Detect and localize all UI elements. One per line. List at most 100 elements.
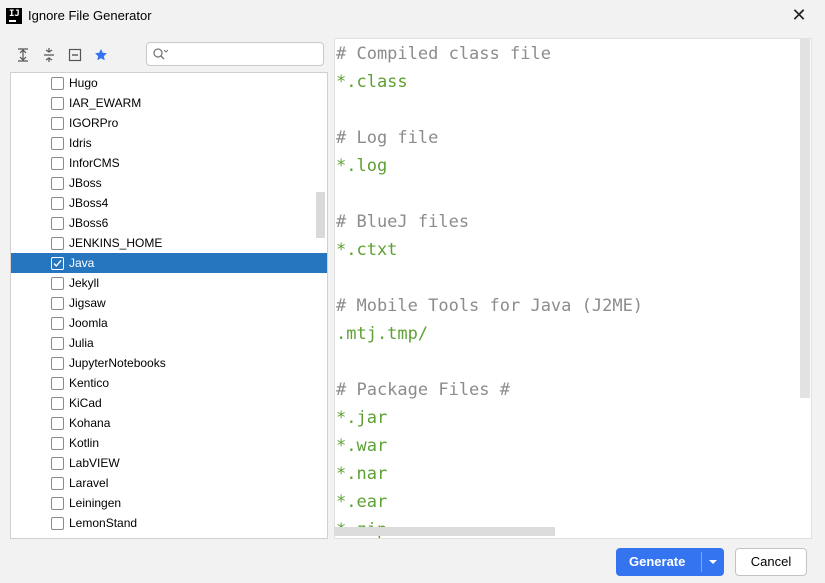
template-checkbox[interactable] bbox=[51, 197, 64, 210]
template-label: Kotlin bbox=[69, 436, 100, 450]
list-scrollbar-thumb[interactable] bbox=[316, 192, 325, 238]
collapse-all-icon[interactable] bbox=[38, 44, 60, 66]
template-label: LabVIEW bbox=[69, 456, 120, 470]
template-item[interactable]: Julia bbox=[11, 333, 327, 353]
template-label: JupyterNotebooks bbox=[69, 356, 166, 370]
template-label: InforCMS bbox=[69, 156, 120, 170]
template-label: Joomla bbox=[69, 316, 108, 330]
template-item[interactable]: Kentico bbox=[11, 373, 327, 393]
template-list: Hugo IAR_EWARM IGORPro Idris InforCMS JBoss JB… bbox=[10, 72, 328, 539]
code-pattern-line: *.nar bbox=[336, 464, 388, 484]
template-item[interactable]: Hugo bbox=[11, 73, 327, 93]
close-icon[interactable]: ✕ bbox=[788, 5, 810, 27]
code-comment-line: # Mobile Tools for Java (J2ME) bbox=[336, 296, 644, 316]
template-checkbox[interactable] bbox=[51, 377, 64, 390]
template-checkbox[interactable] bbox=[51, 477, 64, 490]
template-checkbox[interactable] bbox=[51, 357, 64, 370]
template-checkbox[interactable] bbox=[51, 497, 64, 510]
expand-all-icon[interactable] bbox=[12, 44, 34, 66]
code-pattern-line: *.ear bbox=[336, 492, 388, 512]
template-item[interactable]: Jekyll bbox=[11, 273, 327, 293]
template-item[interactable]: LemonStand bbox=[11, 513, 327, 533]
window-title: Ignore File Generator bbox=[28, 8, 152, 23]
template-item[interactable]: JBoss4 bbox=[11, 193, 327, 213]
template-checkbox[interactable] bbox=[51, 77, 64, 90]
template-item[interactable]: Jigsaw bbox=[11, 293, 327, 313]
template-label: Laravel bbox=[69, 476, 109, 490]
code-pattern-line: *.ctxt bbox=[336, 240, 398, 260]
template-item[interactable]: Laravel bbox=[11, 473, 327, 493]
favorite-star-icon[interactable] bbox=[90, 44, 112, 66]
code-comment-line: # BlueJ files bbox=[336, 212, 470, 232]
code-pattern-line: *.jar bbox=[336, 408, 388, 428]
template-checkbox[interactable] bbox=[51, 397, 64, 410]
search-field[interactable] bbox=[146, 42, 324, 66]
template-item[interactable]: Idris bbox=[11, 133, 327, 153]
generate-split-divider bbox=[701, 552, 702, 572]
template-checkbox[interactable] bbox=[51, 417, 64, 430]
template-checkbox[interactable] bbox=[51, 317, 64, 330]
template-checkbox[interactable] bbox=[51, 157, 64, 170]
template-checkbox[interactable] bbox=[51, 237, 64, 250]
template-item[interactable]: KiCad bbox=[11, 393, 327, 413]
chevron-down-icon[interactable] bbox=[705, 553, 721, 569]
template-item[interactable]: JBoss6 bbox=[11, 213, 327, 233]
template-label: Kohana bbox=[69, 416, 111, 430]
template-item[interactable]: IGORPro bbox=[11, 113, 327, 133]
template-label: Idris bbox=[69, 136, 92, 150]
template-checkbox[interactable] bbox=[51, 337, 64, 350]
title-bar: IJ Ignore File Generator ✕ bbox=[0, 0, 825, 32]
template-checkbox[interactable] bbox=[51, 257, 64, 270]
template-label: Jigsaw bbox=[69, 296, 106, 310]
template-label: Julia bbox=[69, 336, 94, 350]
template-checkbox[interactable] bbox=[51, 177, 64, 190]
template-checkbox[interactable] bbox=[51, 297, 64, 310]
uncheck-all-icon[interactable] bbox=[64, 44, 86, 66]
generate-label: Generate bbox=[629, 554, 686, 569]
template-label: KiCad bbox=[69, 396, 102, 410]
template-checkbox[interactable] bbox=[51, 97, 64, 110]
gitignore-preview: # Compiled class file *.class # Log file *.… bbox=[334, 38, 812, 539]
template-item[interactable]: IAR_EWARM bbox=[11, 93, 327, 113]
code-comment-line: # Log file bbox=[336, 128, 439, 148]
template-item[interactable]: Leiningen bbox=[11, 493, 327, 513]
code-comment-line: # Package Files # bbox=[336, 380, 510, 400]
code-pattern-line: .mtj.tmp/ bbox=[336, 324, 429, 344]
code-pattern-line: *.class bbox=[336, 72, 408, 92]
template-label: Hugo bbox=[69, 76, 98, 90]
template-item[interactable]: JENKINS_HOME bbox=[11, 233, 327, 253]
generate-button[interactable]: Generate bbox=[616, 548, 724, 576]
template-checkbox[interactable] bbox=[51, 137, 64, 150]
search-icon bbox=[153, 48, 168, 60]
template-label: JBoss6 bbox=[69, 216, 109, 230]
template-item[interactable]: LabVIEW bbox=[11, 453, 327, 473]
template-checkbox[interactable] bbox=[51, 277, 64, 290]
preview-horizontal-scrollbar[interactable] bbox=[334, 527, 555, 536]
code-pattern-line: *.log bbox=[336, 156, 388, 176]
template-label: LemonStand bbox=[69, 516, 138, 530]
intellij-logo-icon: IJ bbox=[6, 8, 22, 24]
template-item[interactable]: Kotlin bbox=[11, 433, 327, 453]
template-item[interactable]: InforCMS bbox=[11, 153, 327, 173]
logo-text: IJ bbox=[9, 9, 20, 19]
cancel-label: Cancel bbox=[750, 554, 792, 569]
cancel-button[interactable]: Cancel bbox=[735, 548, 807, 576]
template-label: IGORPro bbox=[69, 116, 119, 130]
template-item[interactable]: JBoss bbox=[11, 173, 327, 193]
template-checkbox[interactable] bbox=[51, 117, 64, 130]
search-input[interactable] bbox=[173, 45, 321, 63]
template-item[interactable]: JupyterNotebooks bbox=[11, 353, 327, 373]
code-pattern-line: *.war bbox=[336, 436, 388, 456]
template-label: JBoss bbox=[69, 176, 102, 190]
template-checkbox[interactable] bbox=[51, 517, 64, 530]
template-item[interactable]: Java bbox=[11, 253, 327, 273]
template-label: JBoss4 bbox=[69, 196, 109, 210]
template-checkbox[interactable] bbox=[51, 217, 64, 230]
template-label: Leiningen bbox=[69, 496, 122, 510]
template-item[interactable]: Kohana bbox=[11, 413, 327, 433]
template-item[interactable]: Joomla bbox=[11, 313, 327, 333]
template-checkbox[interactable] bbox=[51, 437, 64, 450]
template-label: Jekyll bbox=[69, 276, 100, 290]
template-checkbox[interactable] bbox=[51, 457, 64, 470]
preview-vertical-scrollbar[interactable] bbox=[800, 38, 810, 398]
